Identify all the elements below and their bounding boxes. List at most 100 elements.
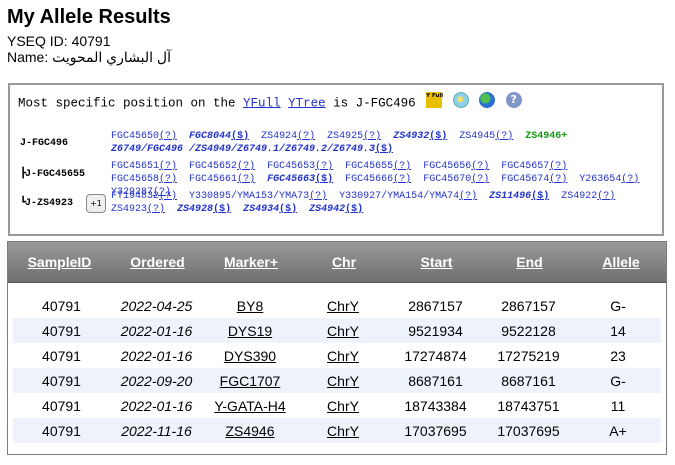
snp-status-link[interactable]: (?)	[549, 174, 567, 185]
cell-chr[interactable]: ChrY	[297, 348, 389, 364]
snp-name[interactable]: FGC45670(?)	[423, 174, 489, 185]
snp-name[interactable]: ZS4925(?)	[327, 131, 381, 142]
cell-marker[interactable]: ZS4946	[203, 423, 297, 439]
snp-name[interactable]: ZS4922(?)	[561, 191, 615, 202]
snp-name[interactable]: FGC45661(?)	[189, 174, 255, 185]
yfull-logo-icon[interactable]: Y Full	[426, 92, 443, 108]
snp-label: ZS4932	[393, 131, 430, 142]
snp-status-link[interactable]: ($)	[531, 191, 549, 202]
snp-status-link[interactable]: ($)	[231, 131, 249, 142]
snp-list-j-fgc496: FGC45650(?) FGC8044($) ZS4924(?) ZS4925(…	[111, 130, 651, 156]
snp-name[interactable]: FGC45656(?)	[423, 161, 489, 172]
snp-name[interactable]: FGC45652(?)	[189, 161, 255, 172]
snp-status-link[interactable]: ($)	[429, 131, 447, 142]
cell-marker[interactable]: Y-GATA-H4	[203, 398, 297, 414]
snp-status-link[interactable]: ($)	[375, 144, 393, 155]
snp-name[interactable]: FGC45674(?)	[501, 174, 567, 185]
snp-name[interactable]: Y263654(?)	[579, 174, 639, 185]
snp-status-link[interactable]: (?)	[237, 161, 255, 172]
snp-status-link[interactable]: (?)	[495, 131, 513, 142]
cell-start: 18743384	[404, 397, 467, 414]
cell-marker[interactable]: DYS390	[203, 348, 297, 364]
snp-name[interactable]: ZS4934($)	[243, 204, 297, 215]
cell-marker[interactable]: BY8	[203, 298, 297, 314]
column-header-end[interactable]: End	[483, 254, 576, 270]
snp-status-link[interactable]: (?)	[315, 161, 333, 172]
snp-name[interactable]: FGC45658(?)	[111, 174, 177, 185]
snp-name[interactable]: ZS4945(?)	[459, 131, 513, 142]
snp-status-link[interactable]: (?)	[159, 131, 177, 142]
snp-status-link[interactable]: (?)	[393, 161, 411, 172]
yfull-link[interactable]: YFull	[243, 96, 281, 110]
snp-name[interactable]: FGC45657(?)	[501, 161, 567, 172]
cell-chr[interactable]: ChrY	[297, 298, 389, 314]
snp-status-link[interactable]: (?)	[597, 191, 615, 202]
snp-name[interactable]: Y330895/YMA153/YMA73(?)	[189, 191, 327, 202]
snp-status-link[interactable]: (?)	[159, 191, 177, 202]
snp-name[interactable]: ZS4928($)	[177, 204, 231, 215]
snp-status-link[interactable]: (?)	[147, 204, 165, 215]
cell-chr[interactable]: ChrY	[297, 373, 389, 389]
expand-more-button[interactable]: +1	[86, 194, 106, 213]
cell-marker[interactable]: FGC1707	[203, 373, 297, 389]
snp-name[interactable]: FGC45666(?)	[345, 174, 411, 185]
column-header-chr[interactable]: Chr	[298, 254, 390, 270]
snp-name[interactable]: FGC45655(?)	[345, 161, 411, 172]
cell-chr[interactable]: ChrY	[297, 398, 389, 414]
snp-name[interactable]: FT194832(?)	[111, 191, 177, 202]
snp-status-link[interactable]: (?)	[471, 161, 489, 172]
column-header-start[interactable]: Start	[390, 254, 483, 270]
snp-status-link[interactable]: (?)	[363, 131, 381, 142]
snp-name[interactable]: ZS4932($)	[393, 131, 447, 142]
snp-status-link[interactable]: ($)	[213, 204, 231, 215]
table-row: 40791 2022-11-16 ZS4946 ChrY 17037695 1703769…	[13, 418, 661, 443]
column-header-marker[interactable]: Marker+	[204, 254, 298, 270]
column-header-ordered[interactable]: Ordered	[111, 254, 204, 270]
snp-status-link[interactable]: (?)	[237, 174, 255, 185]
snp-status-link[interactable]: ($)	[315, 174, 333, 185]
snp-name[interactable]: FGC45650(?)	[111, 131, 177, 142]
snp-status-link[interactable]: (?)	[297, 131, 315, 142]
branch-name: J-FGC45655	[25, 169, 86, 180]
snp-name[interactable]: Z6749/FGC496 /ZS4949/Z6749.1/Z6749.2/Z67…	[111, 144, 393, 155]
branch-label-j-fgc496[interactable]: J-FGC496	[20, 137, 68, 150]
snp-name[interactable]: ZS4924(?)	[261, 131, 315, 142]
cell-sampleid: 40791	[42, 322, 81, 339]
cell-marker[interactable]: DYS19	[203, 323, 297, 339]
cell-end: 2867157	[501, 297, 556, 314]
cell-chr[interactable]: ChrY	[297, 323, 389, 339]
snp-status-link[interactable]: (?)	[159, 161, 177, 172]
globe-icon[interactable]	[479, 92, 496, 108]
help-icon[interactable]: ?	[505, 92, 522, 108]
cell-chr[interactable]: ChrY	[297, 423, 389, 439]
map-icon[interactable]	[452, 92, 469, 108]
branch-label-j-fgc45655[interactable]: ┣J-FGC45655	[20, 168, 85, 181]
snp-name[interactable]: FGC45651(?)	[111, 161, 177, 172]
snp-name[interactable]: FGC45653(?)	[267, 161, 333, 172]
cell-end: 9522128	[501, 322, 556, 339]
customer-name-text: Name: آل البشاري المحويت	[7, 49, 171, 65]
column-header-allele[interactable]: Allele	[576, 254, 666, 270]
snp-status-link[interactable]: (?)	[159, 174, 177, 185]
branch-label-j-zs4923[interactable]: ┗J-ZS4923	[20, 197, 73, 210]
snp-name[interactable]: ZS4923(?)	[111, 204, 165, 215]
column-header-sampleid[interactable]: SampleID	[8, 254, 111, 270]
snp-status-link[interactable]: (?)	[393, 174, 411, 185]
snp-status-link[interactable]: (?)	[471, 174, 489, 185]
snp-label: FGC45655	[345, 161, 394, 172]
snp-name[interactable]: ZS11496($)	[489, 191, 549, 202]
snp-name[interactable]: FGC45663($)	[267, 174, 333, 185]
ytree-link[interactable]: YTree	[288, 96, 326, 110]
snp-status-link[interactable]: (?)	[549, 161, 567, 172]
snp-status-link[interactable]: (?)	[309, 191, 327, 202]
snp-status-link[interactable]: (?)	[459, 191, 477, 202]
snp-name[interactable]: Y330927/YMA154/YMA74(?)	[339, 191, 477, 202]
cell-end: 18743751	[497, 397, 560, 414]
snp-name[interactable]: ZS4946+	[525, 131, 567, 142]
cell-allele: 14	[610, 322, 626, 339]
snp-status-link[interactable]: ($)	[279, 204, 297, 215]
snp-name[interactable]: ZS4942($)	[309, 204, 363, 215]
snp-status-link[interactable]: (?)	[621, 174, 639, 185]
snp-status-link[interactable]: ($)	[345, 204, 363, 215]
snp-name[interactable]: FGC8044($)	[189, 131, 249, 142]
